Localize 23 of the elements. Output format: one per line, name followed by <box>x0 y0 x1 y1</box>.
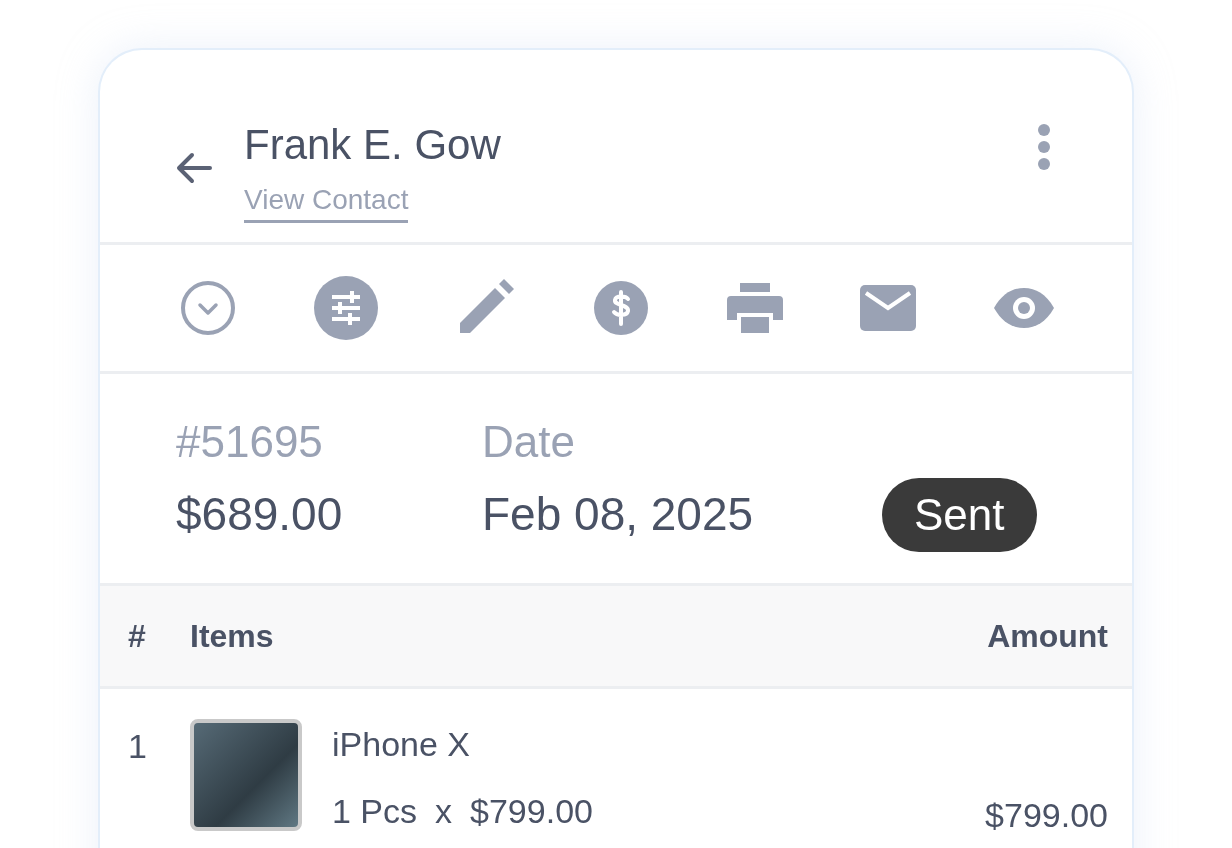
mail-icon[interactable] <box>860 285 917 331</box>
multiply-sign: x <box>435 792 453 831</box>
column-header: Items <box>190 617 275 655</box>
column-header: # <box>128 617 147 655</box>
item-quantity: 1 Pcs <box>332 792 418 831</box>
view-contact-link[interactable]: View Contact <box>244 184 409 223</box>
settings-sliders-icon[interactable] <box>313 276 378 340</box>
row-number: 1 <box>128 727 148 766</box>
chevron-down-circle-icon[interactable] <box>180 280 236 336</box>
item-amount: $799.00 <box>985 796 1108 835</box>
item-price: $799.00 <box>470 792 593 831</box>
item-name: iPhone X <box>332 725 471 764</box>
status-badge: Sent <box>882 477 1037 552</box>
printer-icon[interactable] <box>726 283 783 333</box>
eye-icon[interactable] <box>993 288 1054 328</box>
contact-name: Frank E. Gow <box>244 120 502 170</box>
column-header: Amount <box>987 617 1108 655</box>
dollar-circle-icon[interactable] <box>592 280 649 336</box>
more-options-icon[interactable] <box>1036 124 1052 170</box>
invoice-number: #51695 <box>176 416 324 467</box>
invoice-amount: $689.00 <box>176 486 344 541</box>
date-label: Date <box>482 416 576 467</box>
invoice-date: Feb 08, 2025 <box>482 486 755 541</box>
